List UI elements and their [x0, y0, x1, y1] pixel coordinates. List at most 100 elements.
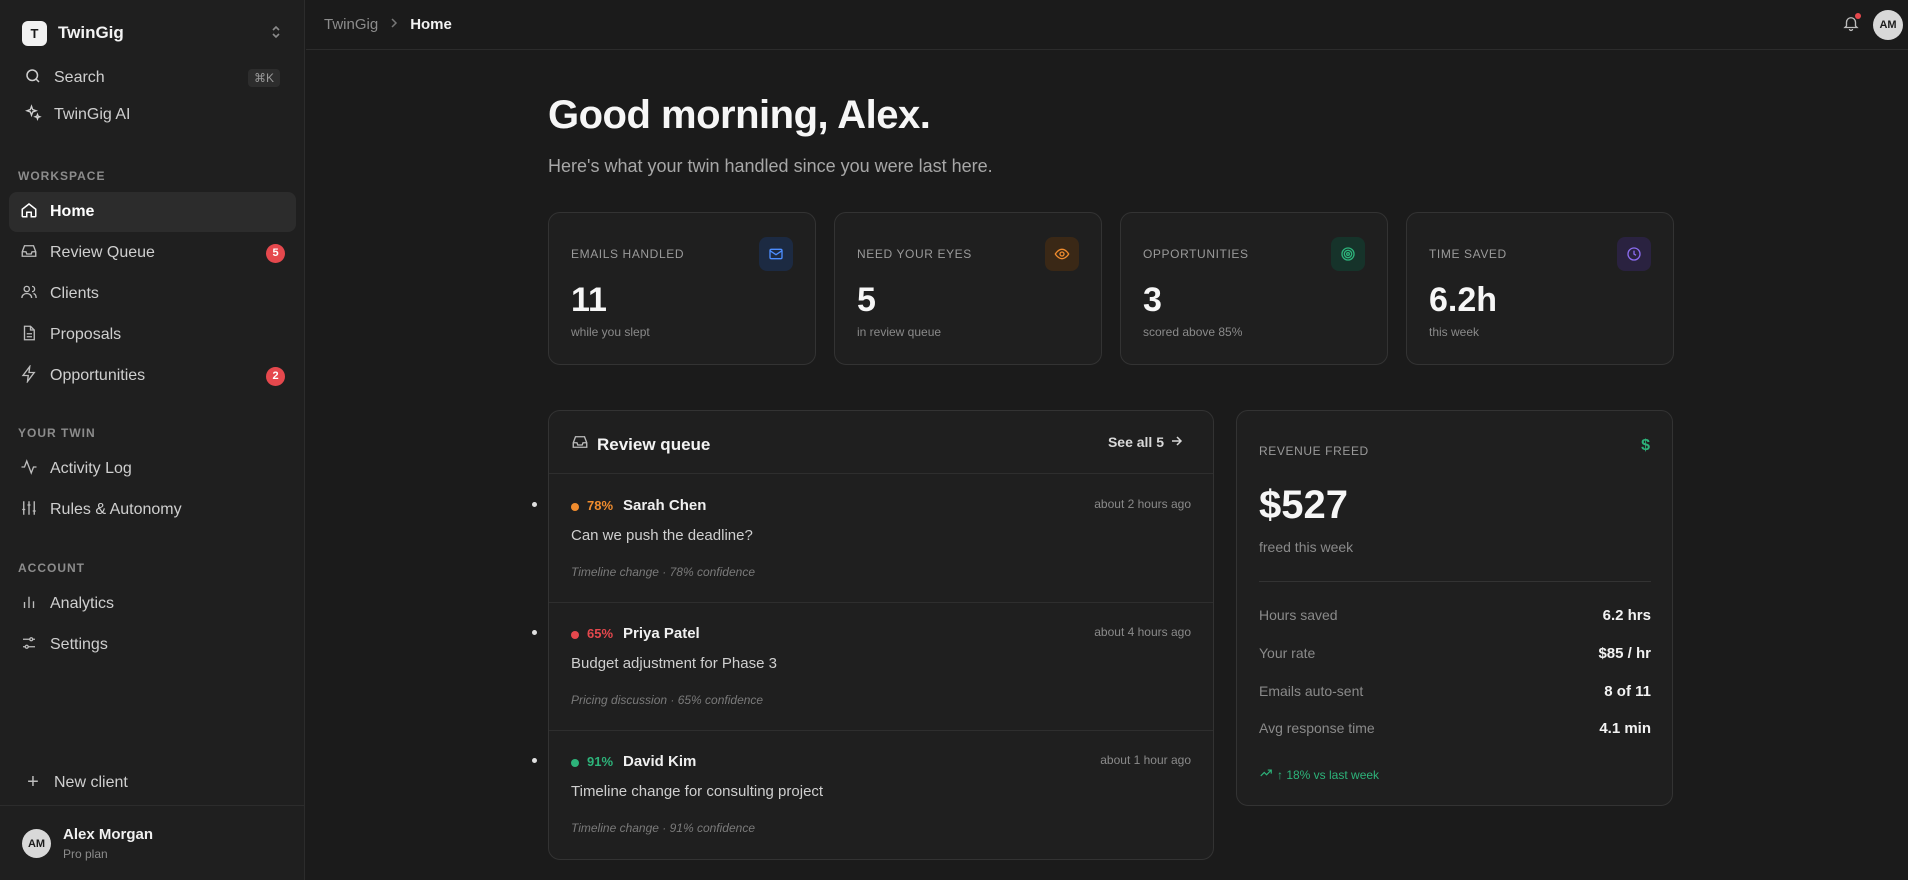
sliders-icon [20, 499, 38, 522]
inbox-icon [571, 433, 589, 456]
sidebar-item-activity-log[interactable]: Activity Log [9, 449, 296, 489]
sidebar-item-label: Analytics [50, 595, 115, 612]
section-account: ACCOUNT [18, 561, 85, 575]
target-icon [1331, 237, 1365, 271]
review-queue-title: Review queue [597, 434, 711, 454]
sidebar-item-label: Opportunities [50, 367, 146, 384]
trending-up-icon [1259, 766, 1277, 783]
email-subject: Can we push the deadline? [571, 527, 753, 544]
stat-value: 3 [1143, 281, 1162, 319]
clock-icon [1617, 237, 1651, 271]
workspace-switcher[interactable]: T TwinGig [22, 20, 282, 46]
see-all-label: See all 5 [1107, 434, 1164, 450]
timestamp: about 4 hours ago [1094, 625, 1191, 639]
revenue-amount: $527 [1259, 483, 1348, 527]
eye-icon [1045, 237, 1079, 271]
search-label: Search [54, 69, 105, 86]
search-button[interactable]: Search ⌘K [24, 66, 280, 90]
stat-card-time-saved: TIME SAVED 6.2h this week [1406, 212, 1674, 365]
brand-logo: T [22, 20, 47, 46]
opportunities-badge: 2 [266, 366, 285, 386]
item-meta: Timeline change · 91% confidence [571, 821, 756, 835]
list-bullet [532, 502, 537, 507]
bell-icon [1842, 17, 1860, 36]
sidebar-item-label: Home [50, 203, 95, 220]
stat-label: TIME SAVED [1429, 247, 1507, 261]
plus-icon: + [27, 771, 39, 793]
revenue-trend: ↑ 18% vs last week [1259, 766, 1379, 783]
sidebar-item-review-queue[interactable]: Review Queue 5 [9, 233, 296, 273]
bar-chart-icon [20, 593, 38, 616]
ai-label: TwinGig AI [54, 106, 131, 123]
see-all-link[interactable]: See all 5 [1108, 434, 1183, 450]
item-meta: Pricing discussion · 65% confidence [571, 693, 764, 707]
queue-item[interactable]: 91% David Kim about 1 hour ago Timeline … [549, 731, 1213, 859]
search-shortcut: ⌘K [247, 69, 280, 87]
home-icon [20, 201, 38, 224]
stat-label: NEED YOUR EYES [857, 247, 972, 261]
list-bullet [532, 758, 537, 763]
users-icon [20, 283, 38, 306]
ai-button[interactable]: TwinGig AI [24, 103, 280, 127]
revenue-row: Avg response time 4.1 min [1259, 720, 1651, 737]
queue-item[interactable]: 65% Priya Patel about 4 hours ago Budget… [549, 603, 1213, 731]
sidebar-item-clients[interactable]: Clients [9, 274, 296, 314]
stat-sub: this week [1429, 325, 1480, 339]
sidebar-item-label: Settings [50, 636, 108, 653]
header-avatar[interactable]: AM [1873, 10, 1903, 40]
queue-item[interactable]: 78% Sarah Chen about 2 hours ago Can we … [549, 475, 1213, 603]
row-key: Your rate [1259, 645, 1316, 661]
avatar: AM [22, 829, 51, 858]
row-key: Hours saved [1259, 607, 1338, 623]
revenue-sub: freed this week [1259, 539, 1354, 555]
stat-card-need-eyes: NEED YOUR EYES 5 in review queue [834, 212, 1102, 365]
chevron-right-icon [390, 17, 398, 32]
confidence-percent: 78% [587, 498, 614, 513]
sidebar-item-label: Proposals [50, 326, 122, 343]
row-key: Emails auto-sent [1259, 683, 1364, 699]
row-key: Avg response time [1259, 720, 1375, 736]
search-icon [24, 67, 42, 90]
sidebar-item-opportunities[interactable]: Opportunities 2 [9, 356, 296, 396]
sidebar-item-settings[interactable]: Settings [9, 625, 296, 665]
stat-sub: scored above 85% [1143, 325, 1243, 339]
confidence-percent: 65% [587, 626, 614, 641]
breadcrumb-current: Home [410, 16, 452, 33]
sidebar-item-analytics[interactable]: Analytics [9, 584, 296, 624]
row-value: 4.1 min [1599, 720, 1651, 737]
user-profile[interactable]: AM Alex Morgan Pro plan [22, 826, 153, 861]
confidence-dot [571, 759, 579, 767]
revenue-freed-panel: REVENUE FREED $ $527 freed this week Hou… [1236, 410, 1673, 806]
dollar-icon: $ [1641, 437, 1650, 454]
top-bar: TwinGig Home AM [306, 0, 1908, 50]
row-value: 8 of 11 [1604, 683, 1651, 700]
sidebar: T TwinGig Search ⌘K TwinGig AI WORKSPACE… [0, 0, 305, 880]
list-bullet [532, 630, 537, 635]
sidebar-item-label: Rules & Autonomy [50, 501, 182, 518]
notifications-button[interactable] [1842, 13, 1861, 32]
breadcrumb-root[interactable]: TwinGig [324, 16, 378, 33]
review-queue-panel: Review queue See all 5 78% Sarah Chen ab… [548, 410, 1214, 860]
confidence-dot [571, 503, 579, 511]
sidebar-divider [0, 805, 305, 806]
stat-card-opportunities: OPPORTUNITIES 3 scored above 85% [1120, 212, 1388, 365]
sender-name: Priya Patel [623, 625, 700, 642]
sidebar-item-proposals[interactable]: Proposals [9, 315, 296, 355]
stat-card-emails: EMAILS HANDLED 11 while you slept [548, 212, 816, 365]
timestamp: about 2 hours ago [1094, 497, 1191, 511]
sparkles-icon [24, 103, 42, 127]
notification-dot [1855, 13, 1861, 19]
arrow-right-icon [1171, 435, 1183, 450]
user-plan: Pro plan [63, 847, 108, 861]
brand-name: TwinGig [58, 23, 124, 42]
document-icon [20, 324, 38, 347]
new-client-button[interactable]: + New client [24, 771, 128, 794]
mail-icon [759, 237, 793, 271]
revenue-row: Emails auto-sent 8 of 11 [1259, 683, 1651, 700]
stat-value: 5 [857, 281, 876, 319]
sidebar-item-home[interactable]: Home [9, 192, 296, 232]
row-value: 6.2 hrs [1602, 607, 1651, 624]
stat-value: 11 [571, 281, 607, 319]
new-client-label: New client [54, 773, 128, 791]
sidebar-item-rules-autonomy[interactable]: Rules & Autonomy [9, 490, 296, 530]
